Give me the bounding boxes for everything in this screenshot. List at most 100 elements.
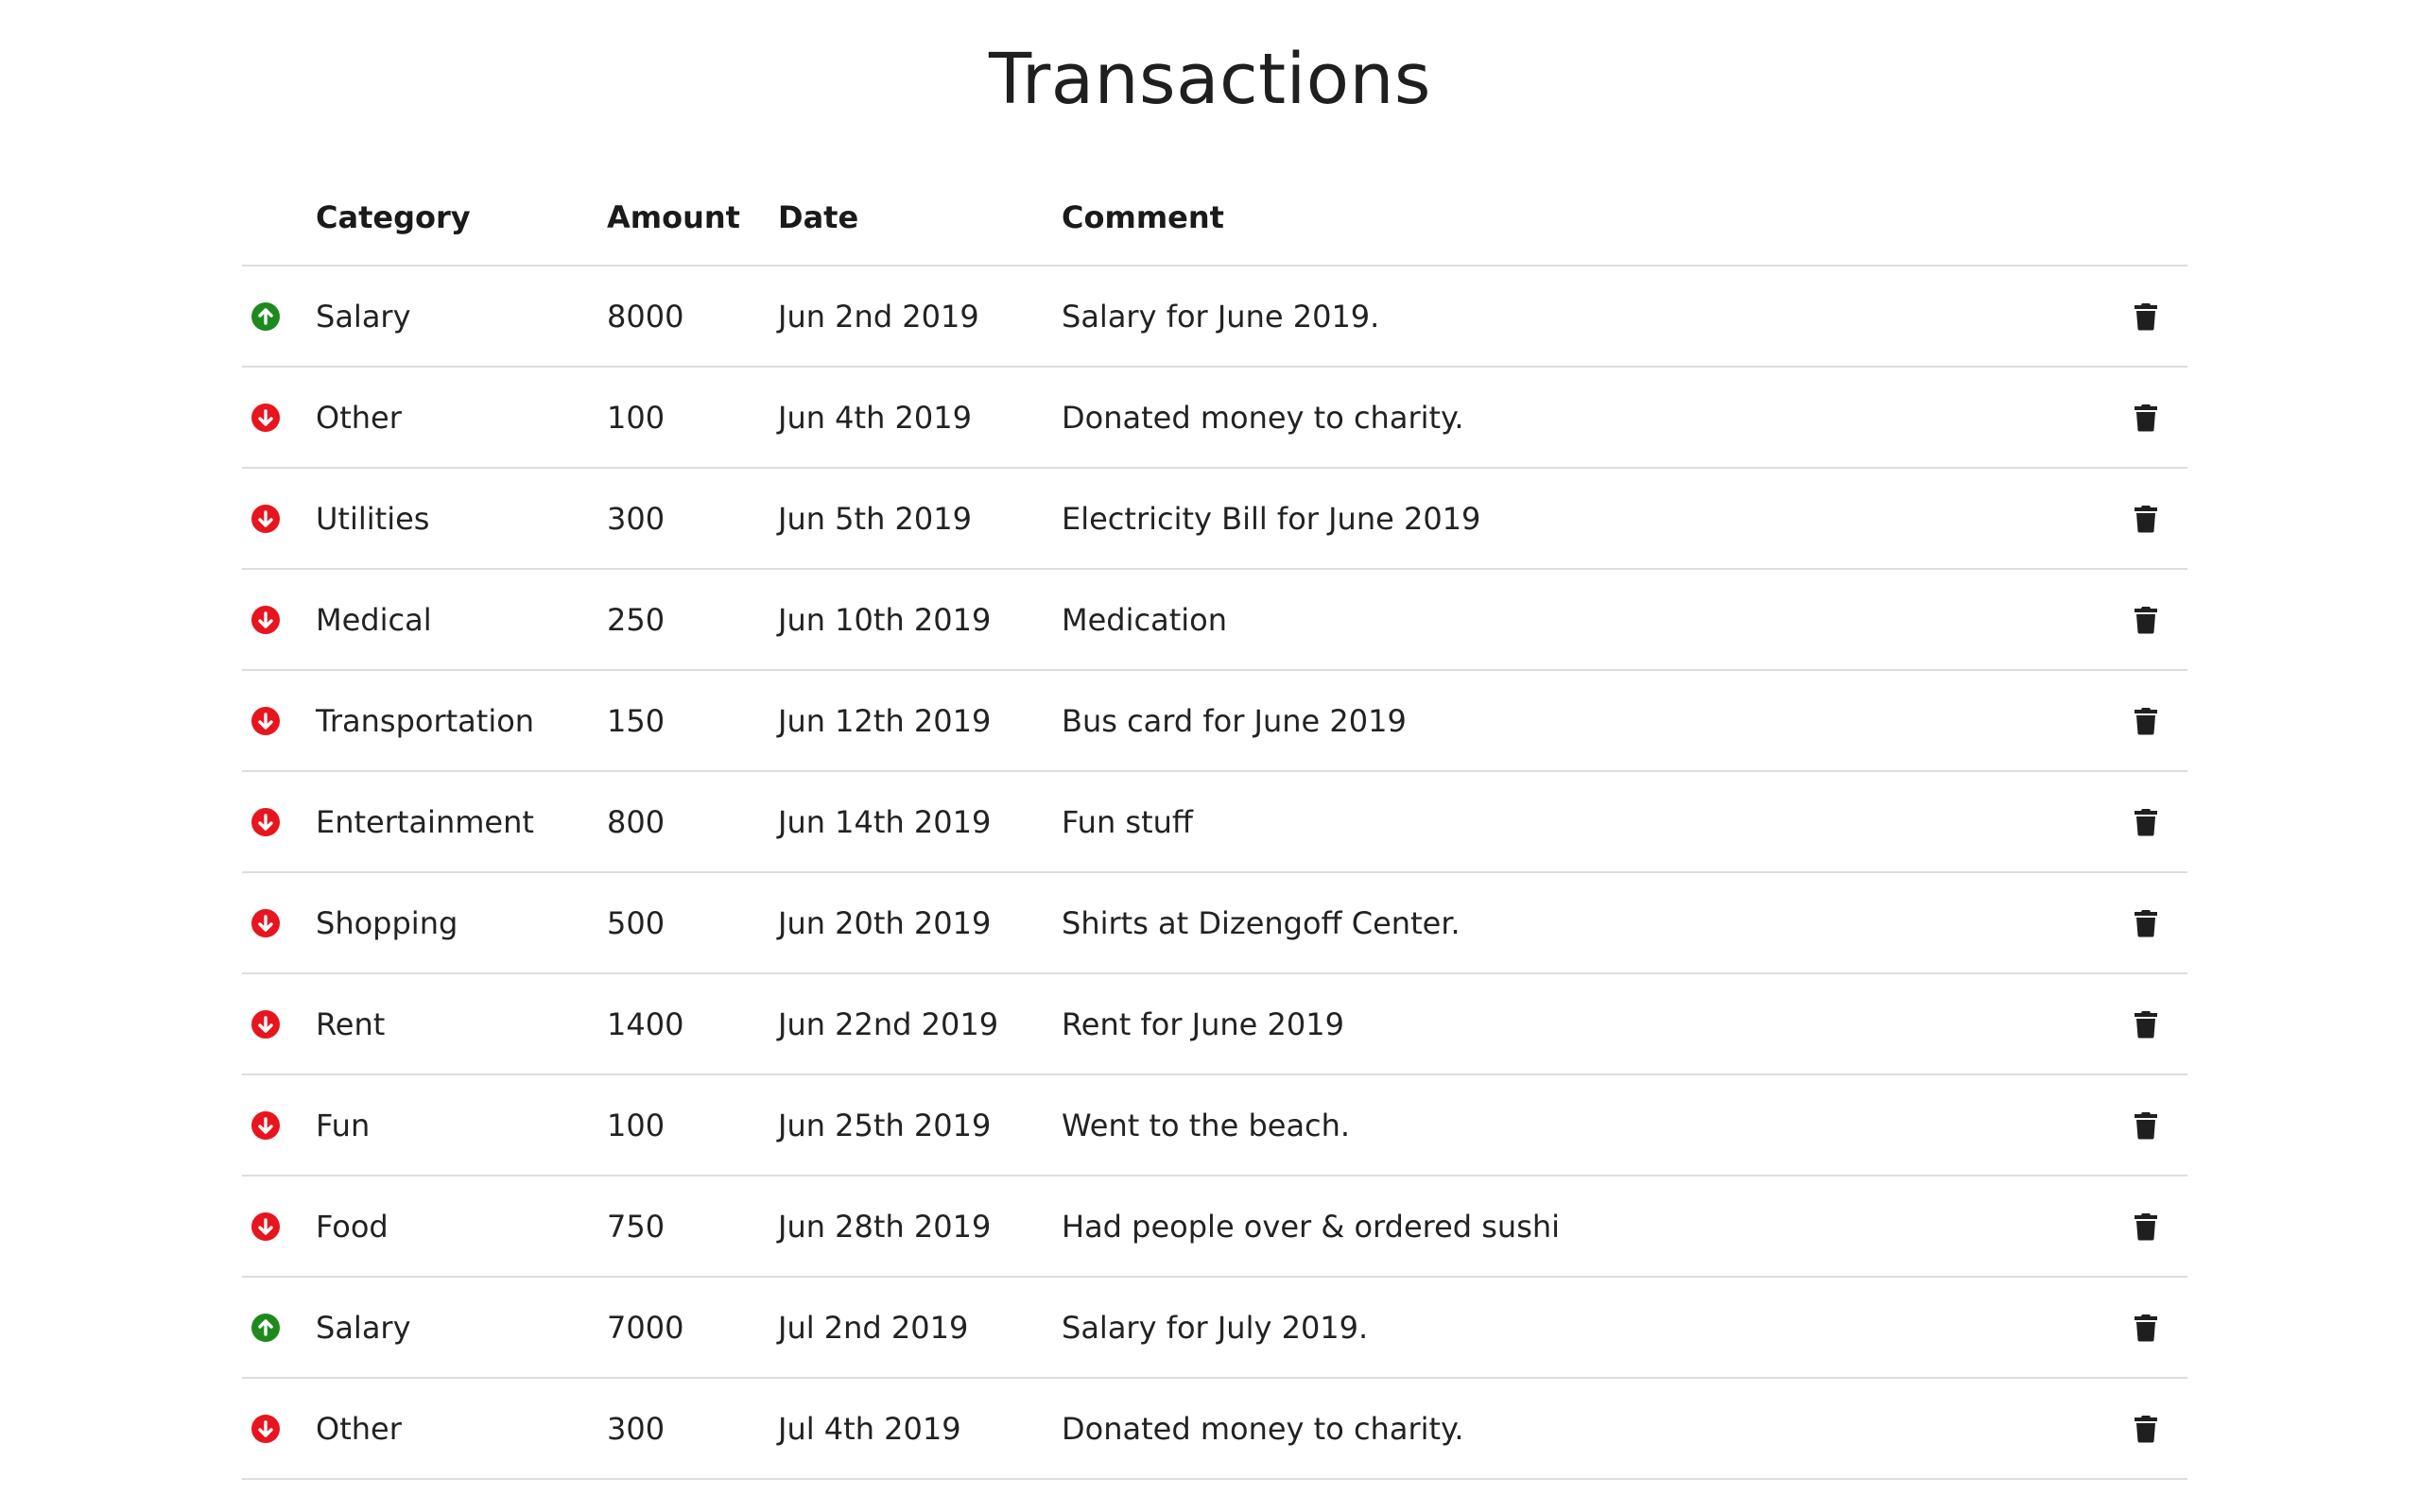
cell-amount: 100 <box>607 399 666 436</box>
column-header-date: Date <box>778 199 859 235</box>
trash-icon[interactable] <box>2134 505 2158 533</box>
arrow-down-circle-icon <box>251 605 280 634</box>
cell-amount: 8000 <box>607 298 684 335</box>
trash-icon[interactable] <box>2134 302 2158 331</box>
column-header-amount: Amount <box>607 199 740 235</box>
delete-button[interactable] <box>2127 1480 2165 1512</box>
column-header-comment: Comment <box>1062 199 1224 235</box>
arrow-down-circle-icon <box>251 807 280 836</box>
cell-category: Rent <box>316 1005 386 1042</box>
page-title: Transactions <box>989 39 1431 120</box>
trash-icon[interactable] <box>2134 1415 2158 1443</box>
cell-amount: 750 <box>607 1208 666 1245</box>
table-body: Salary 8000 Jun 2nd 2019 Salary for June 20… <box>242 266 2187 1512</box>
delete-button[interactable] <box>2127 1075 2165 1175</box>
cell-category: Other <box>316 399 402 436</box>
cell-category: Salary <box>316 1309 411 1346</box>
arrow-down-circle-icon <box>251 706 280 735</box>
cell-comment: Salary for June 2019. <box>1062 298 1380 335</box>
arrow-down-circle-icon <box>251 1009 280 1039</box>
cell-comment: Electricity Bill for July 2019 <box>1062 1480 1469 1512</box>
trash-icon[interactable] <box>2134 1010 2158 1039</box>
cell-amount: 250 <box>607 601 666 638</box>
cell-category: Shopping <box>316 904 458 941</box>
arrow-down-circle-icon <box>251 1211 280 1241</box>
cell-amount: 300 <box>607 1410 666 1447</box>
trash-icon[interactable] <box>2134 1111 2158 1140</box>
cell-category: Other <box>316 1410 402 1447</box>
trash-icon[interactable] <box>2134 707 2158 735</box>
cell-date: Jun 2nd 2019 <box>778 298 979 335</box>
cell-date: Jun 28th 2019 <box>778 1208 992 1245</box>
cell-amount: 300 <box>607 500 666 537</box>
cell-category: Entertainment <box>316 803 534 840</box>
trash-icon[interactable] <box>2134 404 2158 432</box>
cell-date: Jun 12th 2019 <box>778 702 992 739</box>
delete-button[interactable] <box>2127 469 2165 568</box>
delete-button[interactable] <box>2127 772 2165 871</box>
cell-date: Jun 20th 2019 <box>778 904 992 941</box>
cell-category: Transportation <box>316 702 535 739</box>
delete-button[interactable] <box>2127 1278 2165 1377</box>
trash-icon[interactable] <box>2134 808 2158 836</box>
arrow-down-circle-icon <box>251 403 280 432</box>
arrow-up-circle-icon <box>251 301 280 331</box>
table-row: Other 100 Jun 4th 2019 Donated money to cha… <box>242 368 2187 469</box>
cell-category: Food <box>316 1208 389 1245</box>
delete-button[interactable] <box>2127 974 2165 1074</box>
table-row: Shopping 500 Jun 20th 2019 Shirts at Dizeng… <box>242 873 2187 974</box>
table-row: Entertainment 800 Jun 14th 2019 Fun stuff <box>242 772 2187 873</box>
delete-button[interactable] <box>2127 1379 2165 1478</box>
cell-amount: 1400 <box>607 1005 684 1042</box>
table-row: Medical 250 Jun 10th 2019 Medication <box>242 570 2187 671</box>
cell-category: Medical <box>316 601 432 638</box>
cell-date: Jun 22nd 2019 <box>778 1005 999 1042</box>
cell-comment: Went to the beach. <box>1062 1107 1351 1143</box>
cell-comment: Donated money to charity. <box>1062 399 1464 436</box>
delete-button[interactable] <box>2127 1177 2165 1276</box>
delete-button[interactable] <box>2127 368 2165 467</box>
delete-button[interactable] <box>2127 671 2165 770</box>
cell-category: Utilities <box>316 500 430 537</box>
delete-button[interactable] <box>2127 570 2165 669</box>
arrow-down-circle-icon <box>251 908 280 937</box>
cell-amount: 150 <box>607 702 666 739</box>
cell-comment: Fun stuff <box>1062 803 1193 840</box>
table-row: Other 300 Jul 4th 2019 Donated money to cha… <box>242 1379 2187 1480</box>
table-row: Utilities 300 Jun 5th 2019 Electricity Bill… <box>242 469 2187 570</box>
trash-icon[interactable] <box>2134 1212 2158 1241</box>
table-row: Utilities 350 Jul 5th 2019 Electricity Bill… <box>242 1480 2187 1512</box>
delete-button[interactable] <box>2127 266 2165 366</box>
cell-date: Jul 5th 2019 <box>778 1480 961 1512</box>
table-header: Category Amount Date Comment <box>242 166 2187 266</box>
cell-comment: Shirts at Dizengoff Center. <box>1062 904 1461 941</box>
table-row: Salary 8000 Jun 2nd 2019 Salary for June 20… <box>242 266 2187 368</box>
cell-date: Jul 4th 2019 <box>778 1410 961 1447</box>
cell-comment: Medication <box>1062 601 1227 638</box>
cell-amount: 100 <box>607 1107 666 1143</box>
arrow-up-circle-icon <box>251 1313 280 1342</box>
transactions-page: Transactions Category Amount Date Commen… <box>0 0 2420 1512</box>
cell-category: Fun <box>316 1107 371 1143</box>
cell-comment: Bus card for June 2019 <box>1062 702 1407 739</box>
table-row: Food 750 Jun 28th 2019 Had people over & or… <box>242 1177 2187 1278</box>
delete-button[interactable] <box>2127 873 2165 972</box>
arrow-down-circle-icon <box>251 1110 280 1140</box>
trash-icon[interactable] <box>2134 909 2158 937</box>
cell-date: Jun 5th 2019 <box>778 500 972 537</box>
trash-icon[interactable] <box>2134 606 2158 634</box>
column-header-category: Category <box>316 199 471 235</box>
cell-comment: Rent for June 2019 <box>1062 1005 1344 1042</box>
arrow-down-circle-icon <box>251 504 280 533</box>
arrow-down-circle-icon <box>251 1414 280 1443</box>
table-row: Rent 1400 Jun 22nd 2019 Rent for June 2019 <box>242 974 2187 1075</box>
cell-date: Jun 10th 2019 <box>778 601 992 638</box>
table-row: Fun 100 Jun 25th 2019 Went to the beach. <box>242 1075 2187 1177</box>
cell-comment: Donated money to charity. <box>1062 1410 1464 1447</box>
trash-icon[interactable] <box>2134 1314 2158 1342</box>
cell-category: Utilities <box>316 1480 429 1512</box>
cell-date: Jul 2nd 2019 <box>778 1309 969 1346</box>
transactions-table: Category Amount Date Comment Salary 8000 J… <box>242 166 2187 1512</box>
cell-category: Salary <box>316 298 411 335</box>
cell-date: Jun 25th 2019 <box>778 1107 992 1143</box>
